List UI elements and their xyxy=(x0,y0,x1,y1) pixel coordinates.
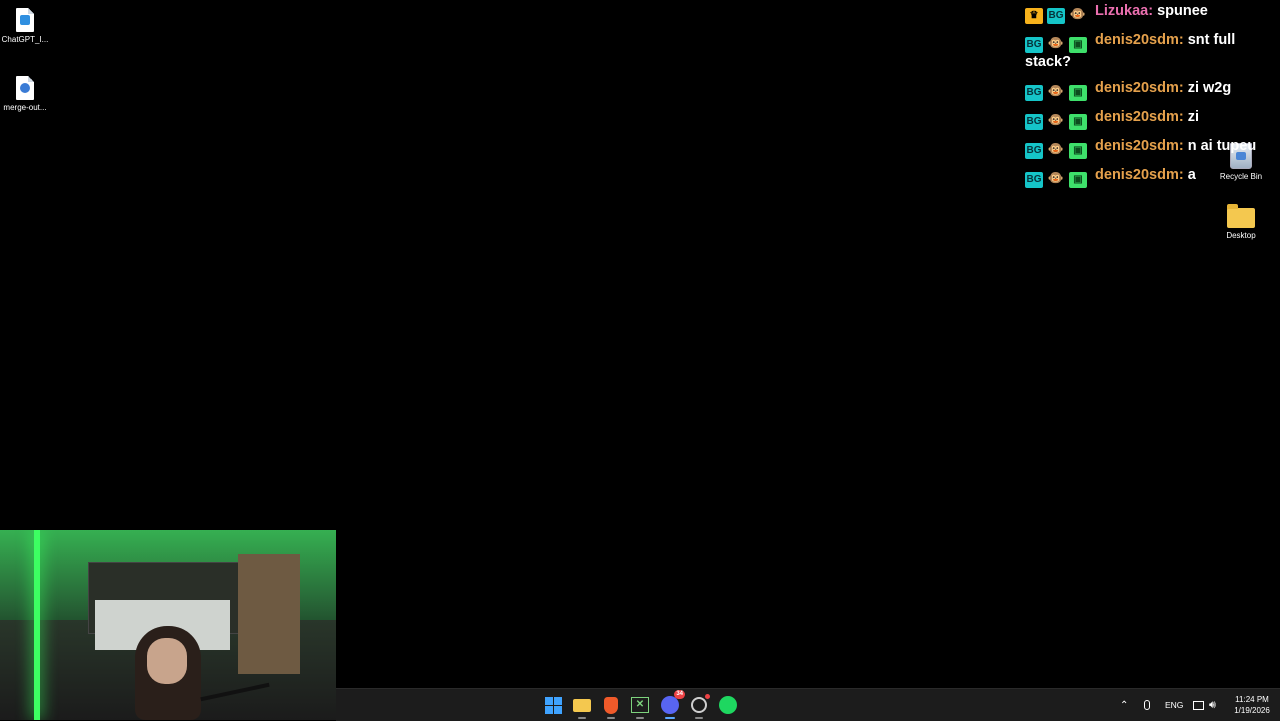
show-hidden-icons-button[interactable]: ⌃ xyxy=(1120,689,1128,721)
chevron-up-icon: ⌃ xyxy=(1120,699,1129,711)
bg-badge-icon: BG xyxy=(1025,37,1043,53)
network-icon xyxy=(1193,700,1204,710)
chat-username: denis20sdm: xyxy=(1095,167,1184,183)
chat-message: BG 🐵 ▣ denis20sdm: zi xyxy=(1025,108,1265,130)
bg-badge-icon: BG xyxy=(1025,143,1043,159)
webcam-face xyxy=(147,638,187,684)
chat-username: Lizukaa: xyxy=(1095,3,1154,19)
chat-text: spunee xyxy=(1157,3,1208,19)
bg-badge-icon: BG xyxy=(1025,172,1043,188)
discord-button[interactable]: 34 xyxy=(660,690,685,719)
chat-message: BG 🐵 ▣ denis20sdm: snt full stack? xyxy=(1025,31,1265,72)
chat-text: n ai tupeu xyxy=(1187,138,1257,154)
folder-icon xyxy=(1227,204,1255,228)
network-button[interactable] xyxy=(1193,689,1204,721)
running-indicator xyxy=(578,717,586,719)
brave-lion-icon xyxy=(604,696,618,714)
webcam-cabinet xyxy=(238,554,300,674)
taskbar: ✕ 34 ⌃ ENG 🔊︎ 11:24 PM 1/19/2026 xyxy=(336,688,1280,721)
bg-badge-icon: BG xyxy=(1047,8,1065,24)
file-explorer-button[interactable] xyxy=(572,695,592,719)
crown-badge-icon: ♛ xyxy=(1025,8,1043,24)
gift-badge-icon: ▣ xyxy=(1069,172,1087,188)
chat-username: denis20sdm: xyxy=(1095,138,1184,154)
clock-time: 11:24 PM xyxy=(1235,695,1269,704)
chat-overlay: ♛ BG 🐵 Lizukaa: spunee BG 🐵 ▣ denis20sdm: sn… xyxy=(1025,2,1265,195)
chat-message: ♛ BG 🐵 Lizukaa: spunee xyxy=(1025,2,1265,24)
gift-badge-icon: ▣ xyxy=(1069,114,1087,130)
monkey-badge-icon: 🐵 xyxy=(1069,6,1087,21)
running-indicator xyxy=(636,717,644,719)
spotify-icon xyxy=(719,696,737,714)
chat-text: zi w2g xyxy=(1187,80,1232,96)
monkey-badge-icon: 🐵 xyxy=(1047,141,1065,156)
bg-badge-icon: BG xyxy=(1025,114,1043,130)
spotify-button[interactable] xyxy=(718,695,738,715)
chat-message: BG 🐵 ▣ denis20sdm: zi w2g xyxy=(1025,79,1265,101)
recording-dot-icon xyxy=(705,694,710,699)
chat-username: denis20sdm: xyxy=(1095,109,1184,125)
chat-message: BG 🐵 ▣ denis20sdm: n ai tupeu xyxy=(1025,137,1265,159)
monkey-badge-icon: 🐵 xyxy=(1047,83,1065,98)
xbox-icon: ✕ xyxy=(631,697,649,713)
image-file-icon xyxy=(16,8,34,32)
start-button[interactable] xyxy=(543,695,563,715)
running-indicator xyxy=(695,717,703,719)
volume-button[interactable]: 🔊︎ xyxy=(1209,689,1216,721)
obs-icon xyxy=(691,697,707,713)
gift-badge-icon: ▣ xyxy=(1069,37,1087,53)
desktop-icon-label: ChatGPT_I... xyxy=(1,35,49,44)
monkey-badge-icon: 🐵 xyxy=(1047,35,1065,50)
chat-text: zi xyxy=(1187,109,1199,125)
chat-username: denis20sdm: xyxy=(1095,80,1184,96)
desktop-icon-merge-output[interactable]: merge-out... xyxy=(0,76,55,113)
obs-button[interactable] xyxy=(689,694,710,719)
clock-button[interactable]: 11:24 PM 1/19/2026 xyxy=(1227,689,1277,721)
brave-button[interactable] xyxy=(601,695,621,719)
desktop-icon-label: Desktop xyxy=(1226,231,1256,240)
desktop-icon-label: merge-out... xyxy=(3,103,47,112)
monkey-badge-icon: 🐵 xyxy=(1047,170,1065,185)
microphone-icon xyxy=(1144,700,1150,710)
webcam-microphone-arm xyxy=(200,682,270,702)
bg-badge-icon: BG xyxy=(1025,85,1043,101)
active-indicator xyxy=(665,717,675,719)
monkey-badge-icon: 🐵 xyxy=(1047,112,1065,127)
running-indicator xyxy=(607,717,615,719)
webcam-led-strip xyxy=(34,530,40,720)
language-indicator[interactable]: ENG xyxy=(1165,689,1183,721)
chat-message: BG 🐵 ▣ denis20sdm: a xyxy=(1025,166,1265,188)
clock-date: 1/19/2026 xyxy=(1234,706,1270,715)
microphone-button[interactable] xyxy=(1144,689,1150,721)
chat-username: denis20sdm: xyxy=(1095,32,1184,48)
audio-file-icon xyxy=(16,76,34,100)
gift-badge-icon: ▣ xyxy=(1069,143,1087,159)
folder-icon xyxy=(573,698,591,712)
chat-text: a xyxy=(1187,167,1196,183)
desktop-icon-chatgpt-image[interactable]: ChatGPT_I... xyxy=(0,8,55,45)
windows-logo-icon xyxy=(544,696,562,714)
desktop-icon-desktop-folder[interactable]: Desktop xyxy=(1211,204,1271,241)
xbox-button[interactable]: ✕ xyxy=(630,695,650,719)
notification-badge: 34 xyxy=(674,690,685,699)
webcam-overlay xyxy=(0,530,336,720)
speaker-icon: 🔊︎ xyxy=(1209,698,1216,711)
gift-badge-icon: ▣ xyxy=(1069,85,1087,101)
